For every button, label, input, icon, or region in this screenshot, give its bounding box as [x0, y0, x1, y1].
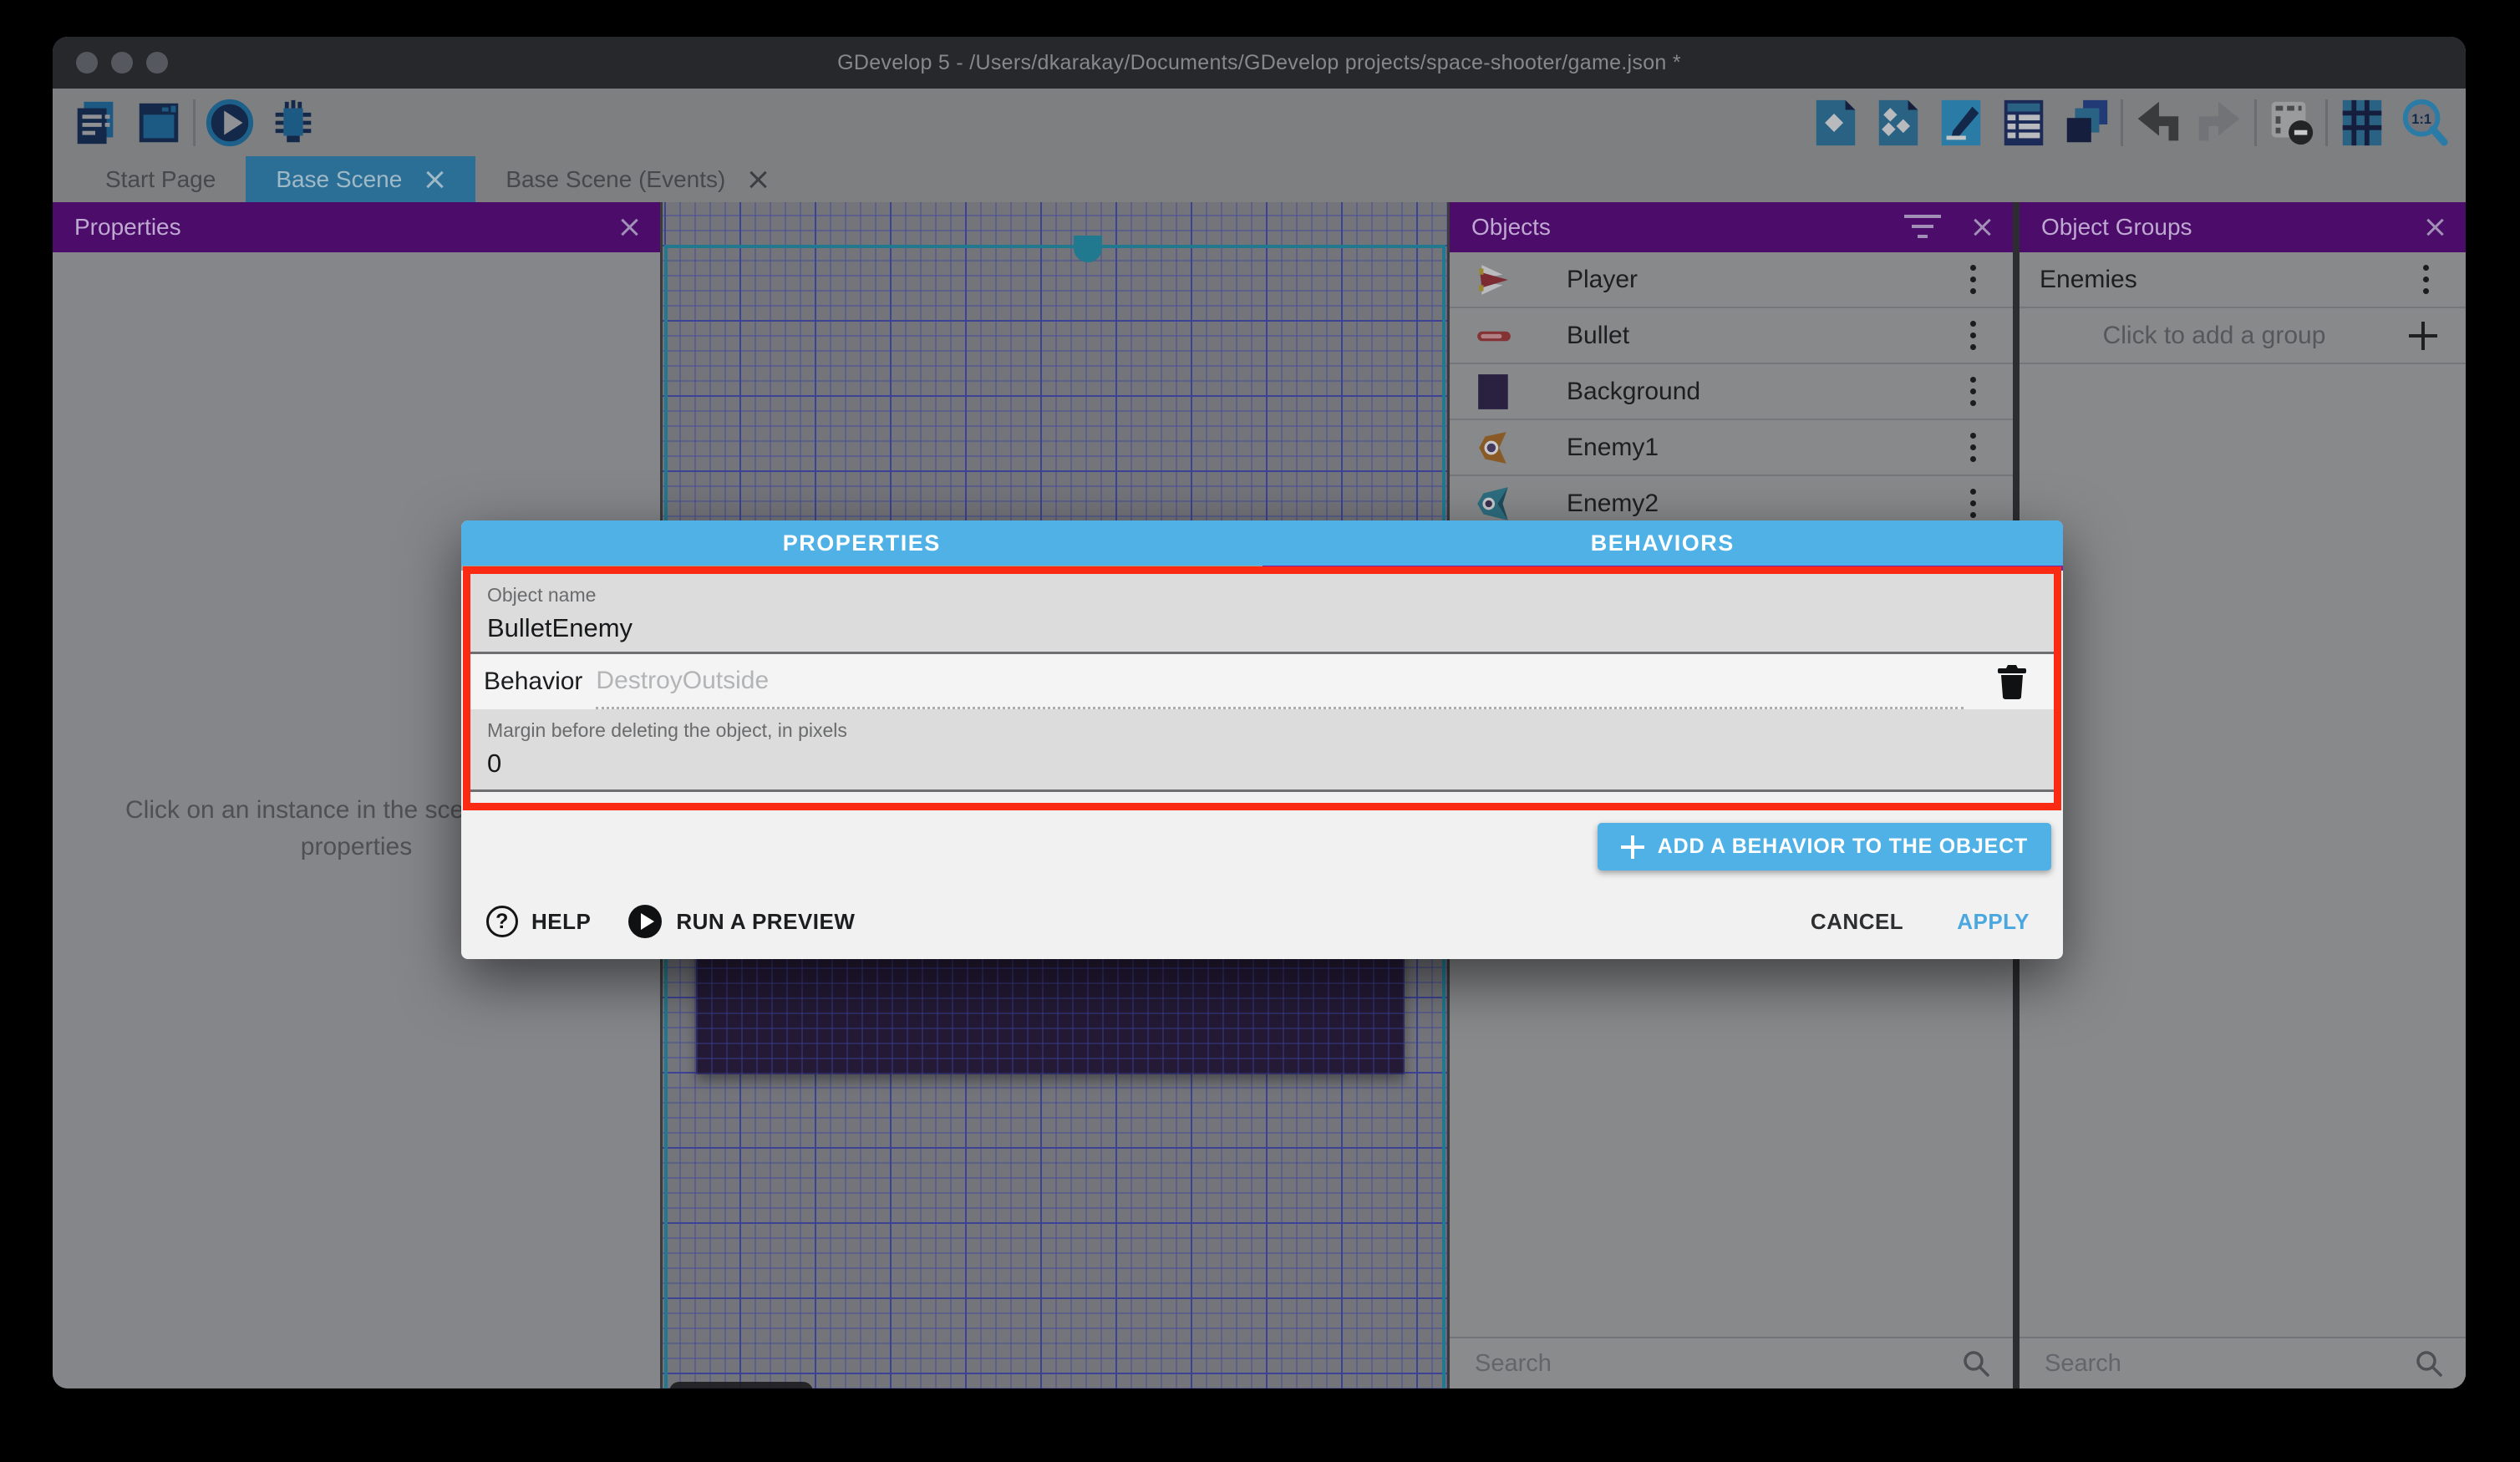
object-row-bullet[interactable]: Bullet — [1450, 308, 2013, 364]
titlebar: GDevelop 5 - /Users/dkarakay/Documents/G… — [53, 37, 2466, 89]
cancel-button[interactable]: CANCEL — [1811, 909, 1903, 935]
filter-icon[interactable] — [1904, 215, 1941, 240]
object-row-background[interactable]: Background — [1450, 364, 2013, 420]
annotation-highlight-box: Object name BulletEnemy Behavior Destroy… — [463, 566, 2061, 810]
trash-icon — [1996, 663, 2028, 700]
zoom-1-1-icon[interactable]: 1:1 — [2399, 97, 2451, 149]
enemy2-ship-sprite — [1475, 485, 1513, 523]
open-scene-icon[interactable] — [1810, 97, 1862, 149]
open-objects-list-icon[interactable] — [1872, 97, 1924, 149]
undo-icon[interactable] — [2131, 97, 2183, 149]
grid-icon[interactable] — [2336, 97, 2388, 149]
properties-panel-title: Properties — [74, 214, 618, 241]
object-menu-kebab[interactable] — [1970, 444, 1976, 450]
search-icon — [2414, 1348, 2444, 1378]
background-sprite — [1475, 373, 1513, 411]
scene-window-icon[interactable] — [133, 97, 185, 149]
behavior-name-input[interactable]: DestroyOutside — [596, 654, 1964, 709]
object-editor-dialog: PROPERTIES BEHAVIORS Object name BulletE… — [461, 520, 2063, 959]
close-window-button[interactable] — [76, 52, 98, 74]
object-menu-kebab[interactable] — [1970, 277, 1976, 282]
player-ship-sprite — [1475, 261, 1513, 299]
dialog-footer: ? HELP RUN A PREVIEW CANCEL APPLY — [486, 895, 2030, 948]
apply-button[interactable]: APPLY — [1957, 909, 2030, 935]
group-menu-kebab[interactable] — [2423, 277, 2429, 282]
close-panel-icon[interactable] — [1971, 216, 1993, 238]
plus-icon — [1621, 835, 1644, 859]
margin-value[interactable]: 0 — [487, 749, 2054, 779]
dialog-tab-behaviors[interactable]: BEHAVIORS — [1263, 520, 2064, 566]
redo-icon[interactable] — [2194, 97, 2246, 149]
play-preview-icon[interactable] — [204, 97, 256, 149]
dialog-tab-properties[interactable]: PROPERTIES — [461, 520, 1263, 566]
cursor-coordinates-badge: -376;-329 — [669, 1382, 813, 1388]
maximize-window-button[interactable] — [146, 52, 168, 74]
delete-behavior-button[interactable] — [1994, 662, 2030, 702]
close-panel-icon[interactable] — [2424, 216, 2446, 238]
objects-panel-header: Objects — [1450, 202, 2013, 252]
behavior-row: Behavior DestroyOutside — [470, 654, 2054, 709]
debug-icon[interactable] — [267, 97, 319, 149]
margin-label: Margin before deleting the object, in pi… — [487, 719, 2054, 742]
margin-field[interactable]: Margin before deleting the object, in pi… — [470, 709, 2054, 792]
open-layers-icon[interactable] — [2060, 97, 2112, 149]
object-menu-kebab[interactable] — [1970, 333, 1976, 338]
object-groups-panel: Object Groups Enemies Click to add a gro… — [2020, 202, 2466, 1388]
object-menu-kebab[interactable] — [1970, 388, 1976, 394]
app-window: GDevelop 5 - /Users/dkarakay/Documents/G… — [53, 37, 2466, 1388]
window-title: GDevelop 5 - /Users/dkarakay/Documents/G… — [837, 51, 1681, 75]
dialog-tabs: PROPERTIES BEHAVIORS — [461, 520, 2063, 566]
search-icon — [1961, 1348, 1991, 1378]
main-toolbar: 1:1 — [53, 89, 2466, 156]
tab-start-page[interactable]: Start Page — [75, 156, 246, 202]
add-group-plus-icon[interactable] — [2409, 322, 2437, 350]
open-events-icon[interactable] — [1998, 97, 2050, 149]
bullet-sprite — [1475, 317, 1513, 355]
groups-search-input[interactable] — [2020, 1350, 2414, 1378]
editor-tabs: Start Page Base Scene Base Scene (Events… — [53, 156, 2466, 202]
minimize-window-button[interactable] — [111, 52, 133, 74]
edit-scene-properties-icon[interactable] — [1935, 97, 1987, 149]
run-preview-button[interactable]: RUN A PREVIEW — [627, 904, 855, 939]
groups-search — [2020, 1337, 2466, 1388]
help-icon: ? — [486, 906, 518, 937]
object-menu-kebab[interactable] — [1970, 500, 1976, 506]
object-name-value[interactable]: BulletEnemy — [487, 613, 2054, 643]
object-groups-panel-title: Object Groups — [2041, 214, 2424, 241]
object-name-label: Object name — [487, 584, 2054, 607]
play-circle-icon — [627, 904, 663, 939]
behavior-label: Behavior — [484, 668, 582, 696]
close-tab-icon[interactable] — [747, 169, 769, 190]
object-row-enemy1[interactable]: Enemy1 — [1450, 420, 2013, 476]
objects-search — [1450, 1337, 2013, 1388]
add-behavior-button[interactable]: ADD A BEHAVIOR TO THE OBJECT — [1598, 823, 2051, 871]
close-panel-icon[interactable] — [618, 216, 640, 238]
tab-base-scene-events[interactable]: Base Scene (Events) — [475, 156, 799, 202]
project-manager-icon[interactable] — [69, 97, 121, 149]
close-tab-icon[interactable] — [424, 169, 445, 190]
help-button[interactable]: ? HELP — [486, 906, 591, 937]
enemy1-ship-sprite — [1475, 429, 1513, 467]
toolbar-divider — [2121, 99, 2123, 146]
toggle-mask-icon[interactable] — [2265, 97, 2317, 149]
toolbar-divider — [193, 99, 196, 146]
svg-text:1:1: 1:1 — [2411, 111, 2431, 126]
object-name-field[interactable]: Object name BulletEnemy — [470, 574, 2054, 654]
group-row-enemies[interactable]: Enemies — [2020, 252, 2466, 308]
objects-panel-title: Objects — [1471, 214, 1904, 241]
add-group-row[interactable]: Click to add a group — [2020, 308, 2466, 364]
tab-base-scene[interactable]: Base Scene — [246, 156, 475, 202]
toolbar-divider — [2325, 99, 2328, 146]
object-groups-panel-header: Object Groups — [2020, 202, 2466, 252]
properties-panel-header: Properties — [53, 202, 660, 252]
toolbar-divider — [2254, 99, 2257, 146]
object-row-player[interactable]: Player — [1450, 252, 2013, 308]
objects-search-input[interactable] — [1450, 1350, 1961, 1378]
